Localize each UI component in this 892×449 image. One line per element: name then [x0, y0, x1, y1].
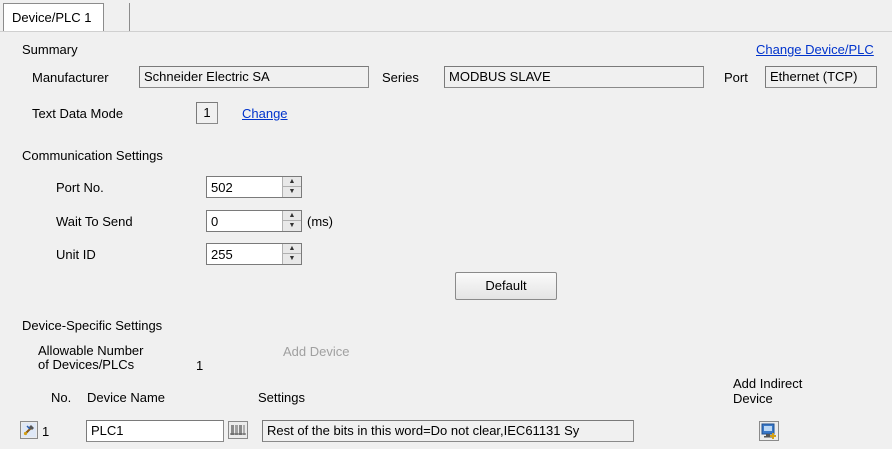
text-data-mode-label: Text Data Mode — [32, 106, 124, 121]
series-field: MODBUS SLAVE — [444, 66, 704, 88]
wait-to-send-input[interactable] — [207, 211, 279, 231]
manufacturer-field: Schneider Electric SA — [139, 66, 369, 88]
port-label: Port — [724, 70, 748, 85]
unit-id-input[interactable] — [207, 244, 279, 264]
unit-id-label: Unit ID — [56, 247, 96, 262]
series-label: Series — [382, 70, 419, 85]
change-text-data-mode-link[interactable]: Change — [242, 106, 288, 121]
column-header-add-indirect-line2: Device — [733, 391, 773, 406]
summary-heading: Summary — [22, 42, 78, 57]
change-device-plc-link[interactable]: Change Device/PLC — [756, 42, 874, 57]
column-header-no: No. — [51, 390, 72, 405]
add-device-button[interactable]: Add Device — [283, 344, 349, 359]
allowable-number-label-line1: Allowable Number — [38, 343, 144, 358]
spin-down-icon[interactable]: ▼ — [283, 187, 301, 197]
add-indirect-device-icon[interactable] — [759, 421, 779, 441]
row-number: 1 — [42, 424, 50, 439]
device-specific-settings-heading: Device-Specific Settings — [22, 318, 163, 333]
column-header-settings: Settings — [258, 390, 305, 405]
allowable-number-value: 1 — [196, 358, 204, 373]
spin-up-icon[interactable]: ▲ — [283, 177, 301, 187]
port-no-input[interactable] — [207, 177, 279, 197]
wait-to-send-label: Wait To Send — [56, 214, 133, 229]
spin-down-icon[interactable]: ▼ — [283, 254, 301, 264]
column-header-device-name: Device Name — [87, 390, 166, 405]
tab-divider — [129, 3, 130, 32]
communication-settings-heading: Communication Settings — [22, 148, 163, 163]
column-header-add-indirect-line1: Add Indirect — [733, 376, 803, 391]
unit-id-spinner[interactable]: ▲ ▼ — [206, 243, 302, 265]
port-no-spin-buttons: ▲ ▼ — [282, 177, 301, 197]
allowable-number-label: Allowable Number of Devices/PLCs — [38, 344, 144, 372]
manufacturer-label: Manufacturer — [32, 70, 109, 85]
wrench-settings-icon[interactable] — [20, 421, 38, 439]
tab-strip: Device/PLC 1 — [0, 0, 892, 32]
text-data-mode-field: 1 — [196, 102, 218, 124]
allowable-number-label-line2: of Devices/PLCs — [38, 357, 135, 372]
settings-summary-field: Rest of the bits in this word=Do not cle… — [262, 420, 634, 442]
spin-down-icon[interactable]: ▼ — [283, 221, 301, 231]
spin-up-icon[interactable]: ▲ — [283, 211, 301, 221]
port-field: Ethernet (TCP) — [765, 66, 877, 88]
column-header-add-indirect-device: Add Indirect Device — [733, 376, 802, 406]
tab-device-plc-1[interactable]: Device/PLC 1 — [3, 3, 105, 32]
default-button[interactable]: Default — [455, 272, 557, 300]
wait-to-send-spin-buttons: ▲ ▼ — [282, 211, 301, 231]
port-no-label: Port No. — [56, 180, 104, 195]
port-no-spinner[interactable]: ▲ ▼ — [206, 176, 302, 198]
wait-to-send-unit: (ms) — [307, 214, 333, 229]
wait-to-send-spinner[interactable]: ▲ ▼ — [206, 210, 302, 232]
settings-detail-icon[interactable] — [228, 421, 248, 439]
tab-baseline — [0, 31, 892, 32]
unit-id-spin-buttons: ▲ ▼ — [282, 244, 301, 264]
spin-up-icon[interactable]: ▲ — [283, 244, 301, 254]
device-name-field[interactable]: PLC1 — [86, 420, 224, 442]
